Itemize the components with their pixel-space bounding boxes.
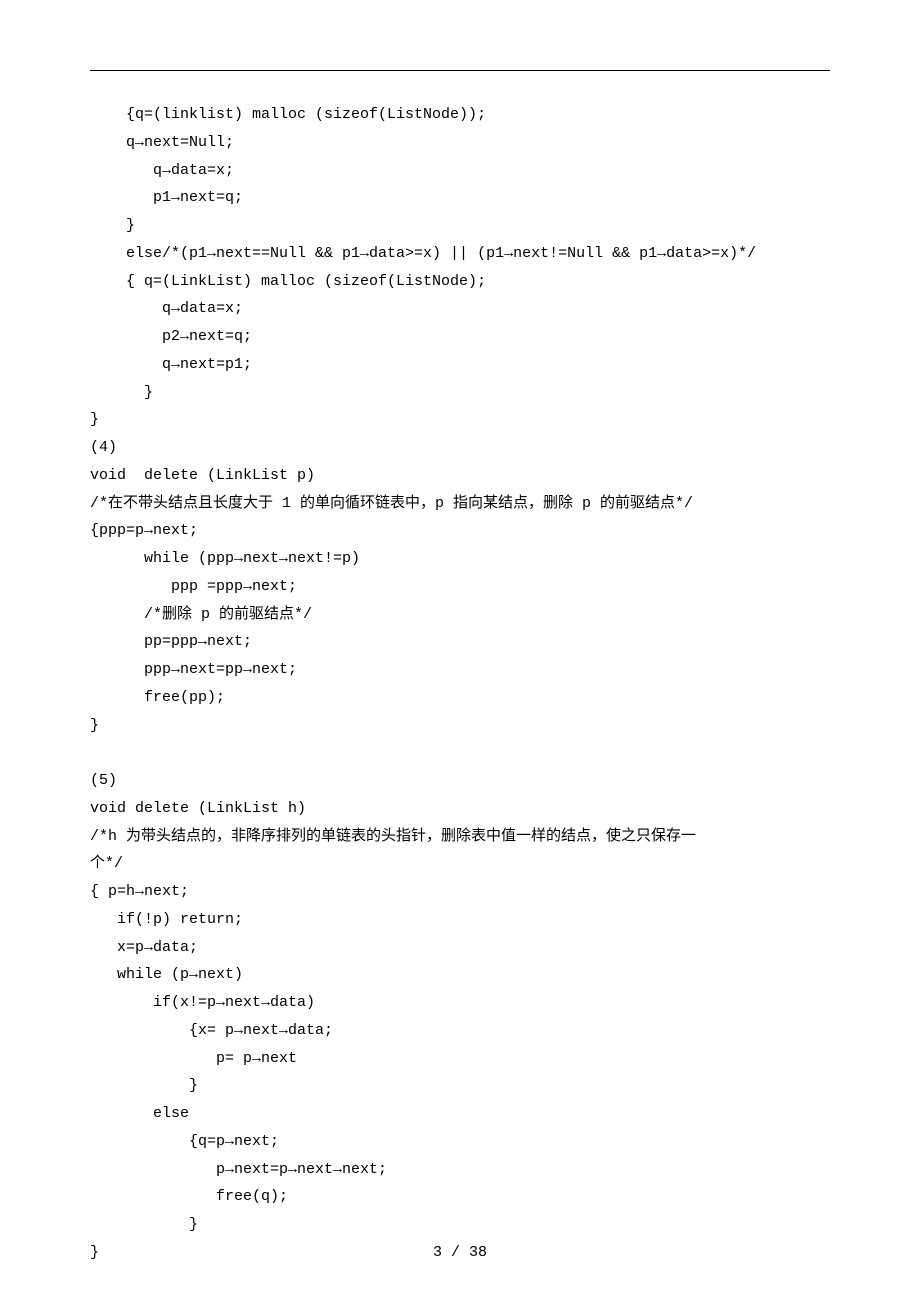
- page: {q=(linklist) malloc (sizeof(ListNode));…: [0, 0, 920, 1307]
- page-footer: 3 / 38: [0, 1239, 920, 1267]
- code-block: {q=(linklist) malloc (sizeof(ListNode));…: [90, 101, 830, 1267]
- horizontal-rule: [90, 70, 830, 71]
